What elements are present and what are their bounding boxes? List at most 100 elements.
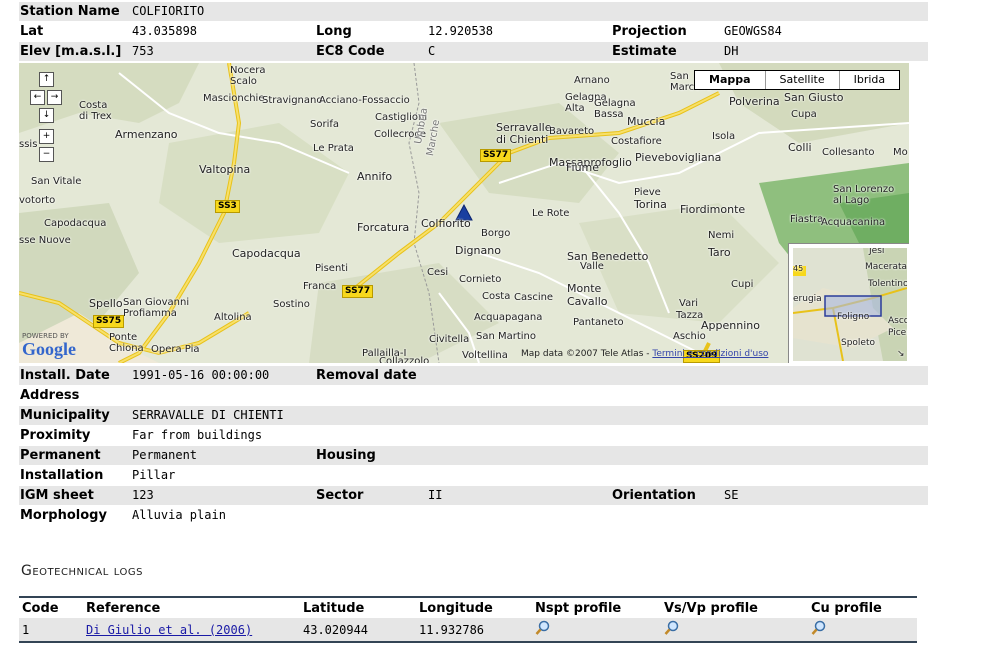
col-header-code: Code [19,596,83,618]
pan-up-button[interactable]: ↑ [39,72,54,87]
map-type-satellite-button[interactable]: Satellite [764,71,839,89]
map-town-label: Cornieto [459,274,502,285]
permanent-label: Permanent [20,448,101,463]
map-town-label: Spello [89,297,123,310]
map-town-label: Aschio [673,331,706,342]
overview-map[interactable]: 45 Jesi Macerata Tolentino erugia Folign… [788,243,909,363]
map-town-label: Nemi [708,230,735,241]
morphology-label: Morphology [20,508,107,523]
permanent-value: Permanent [132,448,198,462]
map-town-label: Costafiore [611,136,662,147]
map-town-label: al Lago [833,195,870,206]
map-town-label: Voltellina [462,350,508,361]
map-town-label: Gelagna [594,98,636,109]
housing-label: Housing [316,448,376,463]
map-town-label: Dignano [455,244,501,257]
row-permanent: Permanent Permanent Housing [19,446,928,465]
cell-vsvp-profile [661,618,808,643]
col-header-vsvp-profile: Vs/Vp profile [661,596,808,618]
removal-date-label: Removal date [316,368,417,383]
map-town-label: Vari [679,298,699,309]
map-town-label: Le Rote [532,208,570,219]
road-shield: SS75 [93,315,125,328]
map-town-label: San Lorenzo [833,184,895,195]
magnifier-icon[interactable] [535,620,551,636]
row-igm-sheet: IGM sheet 123 Sector II Orientation SE [19,486,928,505]
map-town-label: ssis [19,139,38,150]
orientation-label: Orientation [612,488,696,503]
table-row: 1 Di Giulio et al. (2006) 43.020944 11.9… [19,618,917,643]
pan-down-button[interactable]: ↓ [39,108,54,123]
elev-value: 753 [132,44,154,58]
overview-resize-icon[interactable]: ↘ [897,349,905,359]
map-town-label: Arnano [574,75,610,86]
map-town-label: Annifo [357,170,393,183]
overview-town: Picen [888,328,907,338]
map-town-label: Costa [482,291,511,302]
google-logo[interactable]: Google [22,339,76,360]
station-name-label: Station Name [20,4,120,19]
morphology-value: Alluvia plain [132,508,226,522]
map-town-label: Fiordimonte [680,203,746,216]
map-type-mappa-button[interactable]: Mappa [695,71,765,89]
estimate-value: DH [724,44,739,58]
map-town-label: Acquacanina [821,217,886,228]
pan-right-button[interactable]: → [47,90,62,105]
projection-value: GEOWGS84 [724,24,782,38]
map-town-label: Pieve [634,187,661,198]
map-town-label: Sorifa [310,119,340,130]
zoom-in-button[interactable]: + [39,129,54,144]
map-town-label: Nocera [230,65,266,76]
cell-code: 1 [19,618,83,643]
install-date-value: 1991-05-16 00:00:00 [132,368,270,382]
map-town-label: Valtopina [199,163,251,176]
map-town-label: Stravignano [262,95,323,106]
map-town-label: Altolina [214,312,252,323]
map-town-label: Polverina [729,95,780,108]
map-copyright: Map data ©2007 Tele Atlas - Termini e co… [521,349,768,359]
map-town-label: Forcatura [357,221,410,234]
table-header-row: Code Reference Latitude Longitude Nspt p… [19,596,917,618]
map-town-label: Ponte [109,332,138,343]
map-town-label: Franca [303,281,337,292]
overview-town: Tolentino [868,279,907,289]
map-town-label: Muccia [627,115,666,128]
map-town-label: Mo [893,147,908,158]
pan-left-button[interactable]: ← [30,90,45,105]
zoom-out-button[interactable]: − [39,147,54,162]
map-town-label: Scalo [230,76,257,87]
station-map[interactable]: Nocera Scalo Mascionchie Stravignano Acciano… [19,63,909,363]
row-proximity: Proximity Far from buildings [19,426,928,445]
map-town-label: votorto [19,195,56,206]
proximity-label: Proximity [20,428,91,443]
map-town-label: Bassa [594,109,624,120]
row-municipality: Municipality SERRAVALLE DI CHIENTI [19,406,928,425]
col-header-reference: Reference [83,596,300,618]
map-town-label: Sostino [273,299,310,310]
map-town-label: Isola [712,131,736,142]
map-town-label: San Giovanni [123,297,190,308]
ec8-label: EC8 Code [316,44,385,59]
map-town-label: Acquapagana [474,312,543,323]
map-town-label: Bavareto [549,126,595,137]
map-town-label: San Martino [476,331,537,342]
map-town-label: Torina [634,198,667,211]
magnifier-icon[interactable] [811,620,827,636]
col-header-nspt-profile: Nspt profile [532,596,661,618]
reference-link[interactable]: Di Giulio et al. (2006) [86,623,252,637]
magnifier-icon[interactable] [664,620,680,636]
projection-label: Projection [612,24,687,39]
col-header-cu-profile: Cu profile [808,596,917,618]
igm-sheet-value: 123 [132,488,154,502]
map-town-label: Appennino [701,319,760,332]
geotechnical-logs-title: Geotechnical logs [21,563,143,579]
address-label: Address [20,388,80,403]
estimate-label: Estimate [612,44,677,59]
row-address: Address [19,386,928,405]
map-town-label: San [670,71,689,82]
row-lat-long: Lat 43.035898 Long 12.920538 Projection … [19,22,928,41]
map-type-ibrida-button[interactable]: Ibrida [838,71,900,89]
map-town-label: Mascionchie [203,93,265,104]
terms-link[interactable]: Termini e condizioni d'uso [652,349,768,359]
map-town-label: Cupa [791,109,817,120]
